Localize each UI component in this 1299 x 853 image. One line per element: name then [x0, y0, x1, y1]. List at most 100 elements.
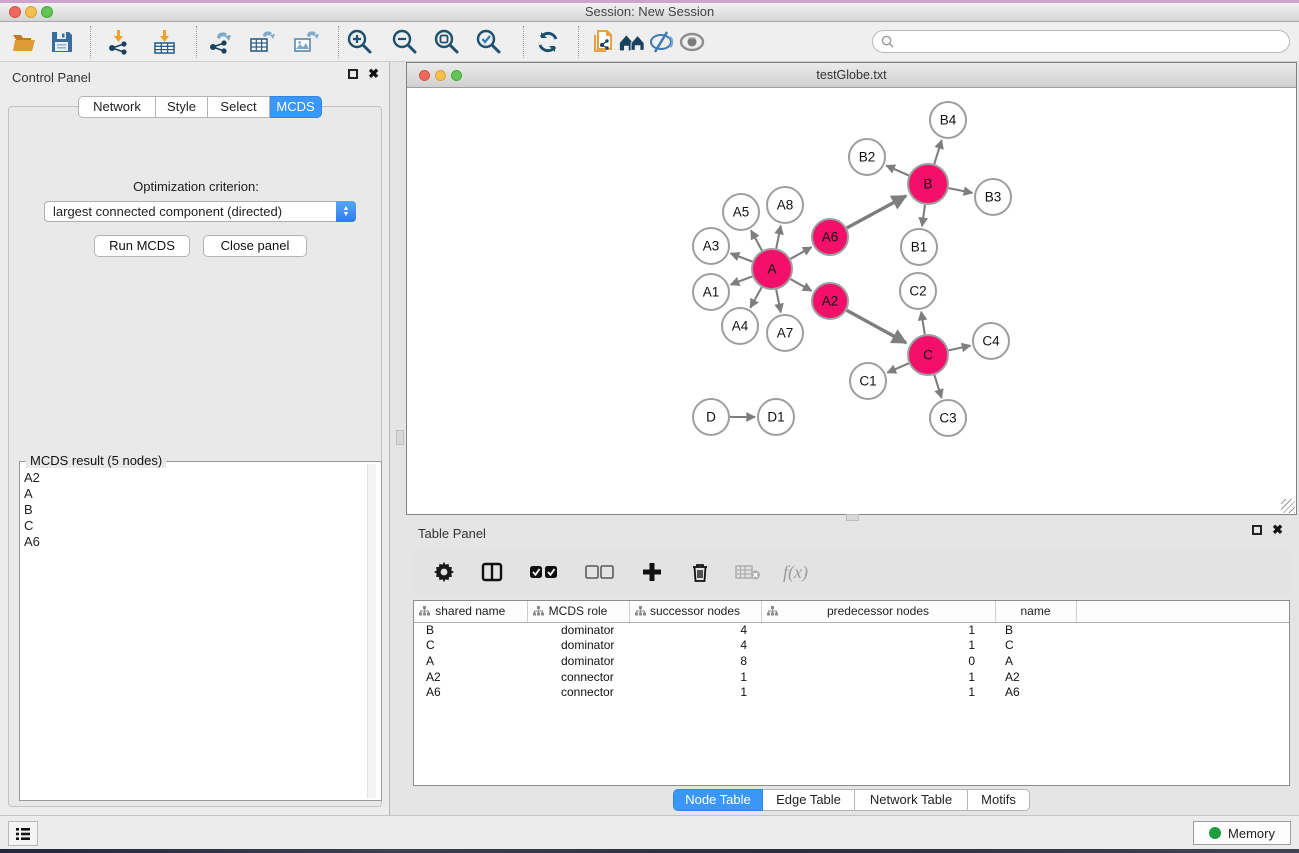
- graph-node-B3[interactable]: B3: [975, 179, 1011, 215]
- import-network-icon[interactable]: [104, 28, 132, 56]
- table-cell[interactable]: A: [995, 653, 1076, 669]
- table-row[interactable]: A6connector11A6: [414, 684, 1289, 700]
- network-canvas-svg[interactable]: B4B2BB3A8A5A6A3B1AA1C2A2A4A7C4CC1C3DD1: [407, 88, 1296, 514]
- result-list-item[interactable]: A6: [24, 534, 365, 550]
- zoom-out-icon[interactable]: [391, 28, 419, 56]
- mcds-result-list[interactable]: A2ABCA6: [24, 470, 365, 796]
- float-table-panel-icon[interactable]: [1252, 525, 1262, 535]
- graph-edge-A-A5[interactable]: [751, 230, 762, 250]
- table-row[interactable]: Cdominator41C: [414, 638, 1289, 654]
- table-cell[interactable]: A: [414, 653, 527, 669]
- graph-node-B1[interactable]: B1: [901, 229, 937, 265]
- deselect-all-rows-icon[interactable]: [583, 559, 617, 585]
- graph-edge-C-C2[interactable]: [921, 312, 925, 335]
- table-cell[interactable]: dominator: [527, 622, 629, 638]
- select-all-rows-icon[interactable]: [527, 559, 561, 585]
- graph-edge-A-A3[interactable]: [731, 253, 753, 261]
- graph-edge-A-A6[interactable]: [790, 247, 811, 259]
- close-window-button[interactable]: [9, 6, 21, 18]
- tab-style[interactable]: Style: [156, 96, 208, 118]
- zoom-in-icon[interactable]: [346, 28, 374, 56]
- import-table-icon[interactable]: [150, 28, 178, 56]
- graph-node-C3[interactable]: C3: [930, 400, 966, 436]
- table-options-gear-icon[interactable]: [431, 559, 457, 585]
- save-session-icon[interactable]: [48, 28, 76, 56]
- table-cell[interactable]: connector: [527, 684, 629, 700]
- search-input[interactable]: [899, 35, 1289, 49]
- table-cell[interactable]: 1: [761, 638, 995, 654]
- vertical-splitter-handle[interactable]: [396, 430, 404, 445]
- export-image-icon[interactable]: [292, 28, 320, 56]
- table-cell[interactable]: A6: [414, 684, 527, 700]
- table-cell[interactable]: connector: [527, 669, 629, 685]
- table-cell[interactable]: 1: [629, 669, 761, 685]
- table-cell[interactable]: 1: [629, 684, 761, 700]
- result-list-item[interactable]: B: [24, 502, 365, 518]
- table-row[interactable]: Adominator80A: [414, 653, 1289, 669]
- graph-node-D[interactable]: D: [693, 399, 729, 435]
- column-header-successor-nodes[interactable]: successor nodes: [629, 601, 761, 622]
- graph-node-B[interactable]: B: [908, 164, 948, 204]
- table-cell[interactable]: 4: [629, 622, 761, 638]
- column-header-name[interactable]: name: [995, 601, 1076, 622]
- column-header-predecessor-nodes[interactable]: predecessor nodes: [761, 601, 995, 622]
- table-cell[interactable]: 1: [761, 684, 995, 700]
- graph-node-A2[interactable]: A2: [812, 283, 848, 319]
- table-cell[interactable]: 0: [761, 653, 995, 669]
- graph-edge-A-A2[interactable]: [790, 279, 811, 291]
- clone-network-icon[interactable]: [590, 28, 618, 56]
- tab-network-table[interactable]: Network Table: [855, 789, 968, 811]
- tab-select[interactable]: Select: [208, 96, 270, 118]
- graph-node-B4[interactable]: B4: [930, 102, 966, 138]
- frame-maximize-button[interactable]: [451, 70, 462, 81]
- graph-node-C2[interactable]: C2: [900, 273, 936, 309]
- close-panel-button[interactable]: Close panel: [203, 235, 307, 257]
- search-field[interactable]: [872, 30, 1290, 53]
- table-cell[interactable]: C: [414, 638, 527, 654]
- graph-edge-B-B2[interactable]: [886, 166, 909, 176]
- column-header-MCDS-role[interactable]: MCDS role: [527, 601, 629, 622]
- task-history-button[interactable]: [8, 821, 38, 846]
- graph-node-C1[interactable]: C1: [850, 363, 886, 399]
- float-panel-icon[interactable]: [348, 69, 358, 79]
- graph-edge-A-A7[interactable]: [776, 290, 781, 313]
- graph-node-A[interactable]: A: [752, 249, 792, 289]
- column-visibility-icon[interactable]: [479, 559, 505, 585]
- table-cell[interactable]: A2: [995, 669, 1076, 685]
- memory-button[interactable]: Memory: [1193, 821, 1291, 845]
- graph-edge-C-C3[interactable]: [934, 375, 941, 398]
- network-window-titlebar[interactable]: testGlobe.txt: [407, 63, 1296, 88]
- graph-node-A5[interactable]: A5: [723, 194, 759, 230]
- export-table-icon[interactable]: [248, 28, 276, 56]
- function-builder-icon[interactable]: f(x): [783, 562, 808, 583]
- graph-edge-B-B1[interactable]: [922, 205, 925, 226]
- table-cell[interactable]: 1: [761, 622, 995, 638]
- table-cell[interactable]: C: [995, 638, 1076, 654]
- result-scrollbar[interactable]: [367, 464, 376, 798]
- graph-node-C[interactable]: C: [908, 335, 948, 375]
- zoom-selected-icon[interactable]: [475, 28, 503, 56]
- graph-edge-B-B4[interactable]: [934, 140, 941, 164]
- tab-node-table[interactable]: Node Table: [673, 789, 763, 811]
- graph-node-A6[interactable]: A6: [812, 219, 848, 255]
- refresh-icon[interactable]: [534, 28, 562, 56]
- graph-node-B2[interactable]: B2: [849, 139, 885, 175]
- graph-node-C4[interactable]: C4: [973, 323, 1009, 359]
- result-list-item[interactable]: A: [24, 486, 365, 502]
- delete-column-icon[interactable]: [687, 559, 713, 585]
- frame-resize-grip[interactable]: [1281, 499, 1295, 513]
- table-cell[interactable]: 1: [761, 669, 995, 685]
- zoom-fit-icon[interactable]: [433, 28, 461, 56]
- table-row[interactable]: A2connector11A2: [414, 669, 1289, 685]
- column-header-shared-name[interactable]: shared name: [414, 601, 527, 622]
- graph-edge-B-B3[interactable]: [949, 188, 973, 193]
- table-row[interactable]: Bdominator41B: [414, 622, 1289, 638]
- export-network-icon[interactable]: [206, 28, 234, 56]
- close-panel-icon[interactable]: ✖: [368, 69, 379, 79]
- tab-motifs[interactable]: Motifs: [968, 789, 1030, 811]
- minimize-window-button[interactable]: [25, 6, 37, 18]
- graph-edge-A-A8[interactable]: [776, 226, 781, 249]
- graph-edge-A-A4[interactable]: [750, 287, 761, 307]
- table-cell[interactable]: B: [414, 622, 527, 638]
- graph-node-A4[interactable]: A4: [722, 308, 758, 344]
